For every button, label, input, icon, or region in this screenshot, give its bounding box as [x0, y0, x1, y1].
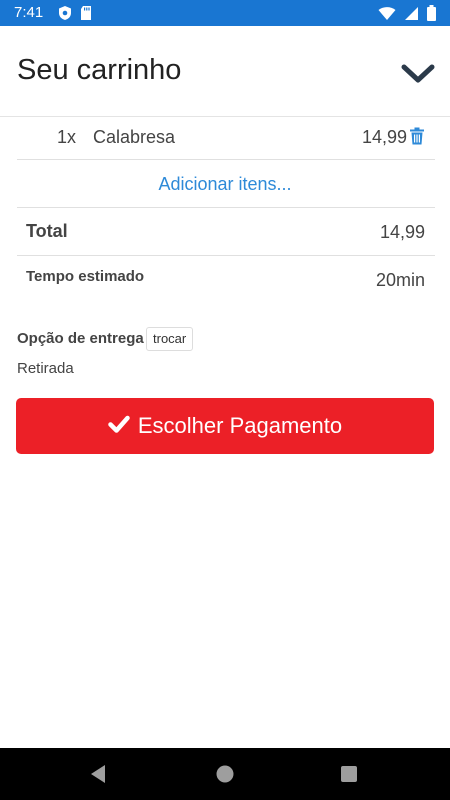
trash-icon[interactable]: [409, 127, 427, 147]
recents-icon[interactable]: [340, 765, 358, 788]
item-name: Calabresa: [93, 127, 176, 147]
add-items-link[interactable]: Adicionar itens...: [0, 174, 450, 195]
status-bar: 7:41: [0, 0, 450, 26]
estimated-time-value: 20min: [375, 270, 425, 290]
choose-payment-button[interactable]: Escolher Pagamento: [16, 398, 434, 454]
battery-icon: [427, 5, 436, 26]
divider: [17, 159, 435, 160]
back-icon[interactable]: [89, 764, 107, 789]
navigation-bar: [0, 748, 450, 800]
chevron-down-icon[interactable]: [400, 60, 436, 88]
total-value: 14,99: [379, 222, 425, 242]
status-time: 7:41: [14, 4, 44, 21]
divider: [17, 207, 435, 208]
swap-delivery-button[interactable]: trocar: [146, 327, 194, 351]
cart-header: Seu carrinho: [0, 26, 450, 117]
check-icon: [108, 415, 130, 438]
item-price: 14,99: [362, 127, 408, 147]
page-title: Seu carrinho: [17, 54, 182, 86]
delivery-option-value: Retirada: [17, 360, 74, 377]
total-label: Total: [26, 221, 68, 241]
signal-icon: [404, 6, 419, 26]
cart-item: 1x Calabresa 14,99: [17, 117, 435, 159]
delivery-option-label: Opção de entrega: [17, 330, 144, 347]
divider: [17, 255, 435, 256]
item-quantity: 1x: [57, 127, 77, 147]
wifi-icon: [378, 6, 396, 26]
home-icon[interactable]: [215, 764, 235, 789]
sd-card-icon: [80, 5, 92, 26]
shield-icon: [58, 5, 72, 26]
estimated-time-label: Tempo estimado: [26, 268, 145, 285]
choose-payment-label: Escolher Pagamento: [137, 413, 343, 438]
